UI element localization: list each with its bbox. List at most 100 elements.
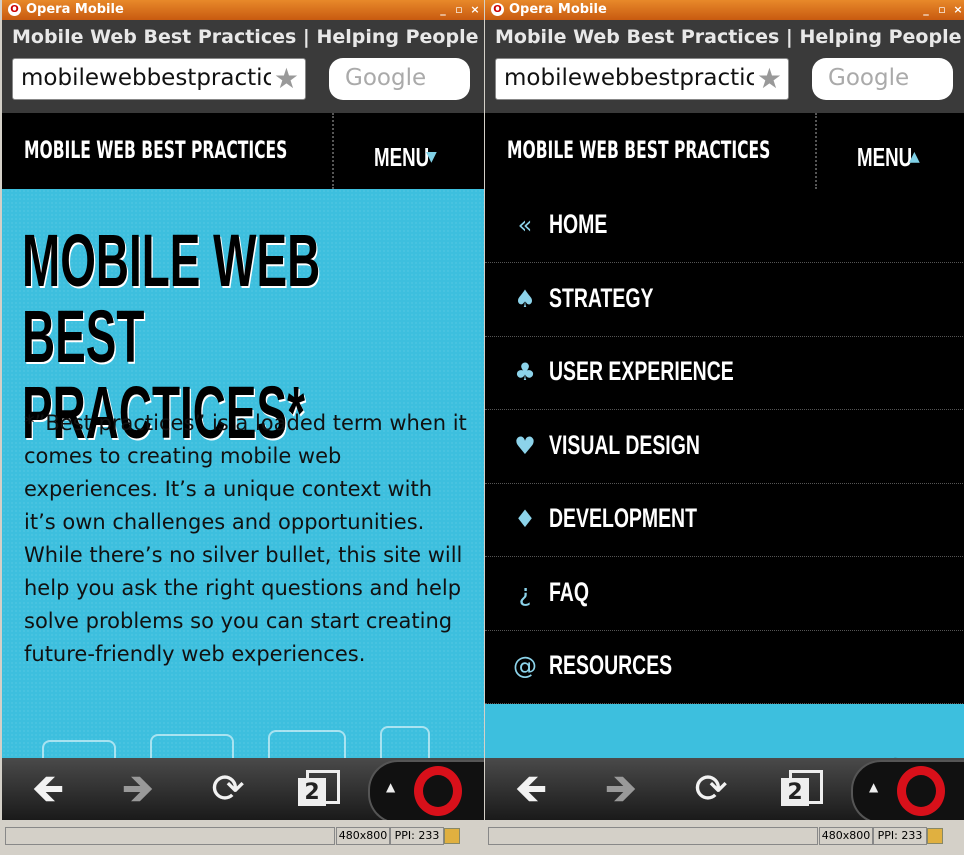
- nav-item-home[interactable]: « HOME: [485, 189, 964, 263]
- opera-app-icon: O: [491, 3, 504, 16]
- page-title: Mobile Web Best Practices | Helping Peop…: [12, 26, 478, 48]
- tablet-icon: [150, 734, 234, 758]
- opera-window-left: O Opera Mobile _ ▫ × Mobile Web Best Pra…: [2, 0, 484, 855]
- chevron-down-icon: ▼: [426, 149, 437, 165]
- menu-button[interactable]: MENU ▼: [332, 113, 484, 189]
- opera-app-icon: O: [8, 3, 21, 16]
- menu-label: MENU: [374, 142, 430, 172]
- opera-window-right: O Opera Mobile _ ▫ × Mobile Web Best Pra…: [485, 0, 964, 855]
- menu-label: MENU: [857, 142, 913, 172]
- nav-item-label: FAQ: [549, 577, 589, 607]
- question-mark-icon: ¿: [518, 579, 532, 607]
- ppi-label: PPI: 233: [873, 827, 927, 845]
- nav-item-label: DEVELOPMENT: [549, 503, 697, 533]
- spade-icon: ♠: [514, 285, 536, 313]
- title-bar: O Opera Mobile _ ▫ ×: [485, 0, 964, 20]
- url-text[interactable]: mobilewebbestpractices: [504, 65, 754, 91]
- opera-logo-icon: [897, 766, 945, 816]
- search-box[interactable]: [329, 58, 470, 100]
- page-viewport: MOBILE WEB BEST PRACTICES MENU ▲ « HOME …: [485, 113, 964, 758]
- menu-button[interactable]: MENU ▲: [815, 113, 964, 189]
- search-input[interactable]: [826, 64, 950, 92]
- address-bar[interactable]: mobilewebbestpractices ★: [12, 58, 306, 100]
- tab-count: 2: [298, 778, 326, 806]
- close-button[interactable]: ×: [468, 0, 482, 20]
- nav-item-label: RESOURCES: [549, 650, 673, 680]
- title-bar: O Opera Mobile _ ▫ ×: [2, 0, 484, 20]
- status-bar: 480x800 PPI: 233: [485, 820, 964, 855]
- site-header: MOBILE WEB BEST PRACTICES MENU ▲: [485, 113, 964, 189]
- nav-item-faq[interactable]: ¿ FAQ: [485, 557, 964, 631]
- site-header: MOBILE WEB BEST PRACTICES MENU ▼: [2, 113, 484, 189]
- browser-chrome: Mobile Web Best Practices | Helping Peop…: [2, 20, 484, 113]
- page-viewport: MOBILE WEB BEST PRACTICES MENU ▼ MOBILE …: [2, 113, 484, 758]
- nav-item-resources[interactable]: @ RESOURCES: [485, 630, 964, 704]
- caret-up-icon: ▲: [869, 780, 879, 794]
- hero-text: *”Best practices” is a loaded term when …: [24, 411, 467, 666]
- hero-section: MOBILE WEB BEST PRACTICES* *”Best practi…: [2, 189, 484, 758]
- ppi-label: PPI: 233: [390, 827, 444, 845]
- at-sign-icon: @: [513, 652, 537, 680]
- nav-item-user-experience[interactable]: ♣ USER EXPERIENCE: [485, 336, 964, 410]
- address-bar[interactable]: mobilewebbestpractices ★: [495, 58, 789, 100]
- phone-icon: [42, 740, 116, 758]
- back-arrow-icon[interactable]: 🡸: [503, 766, 559, 812]
- reload-icon[interactable]: ⟳: [683, 766, 739, 812]
- reload-icon[interactable]: ⟳: [200, 766, 256, 812]
- search-input[interactable]: [343, 64, 467, 92]
- phone-icon: [268, 730, 346, 758]
- nav-item-visual-design[interactable]: ♥ VISUAL DESIGN: [485, 410, 964, 484]
- diamond-icon: ♦: [514, 505, 536, 533]
- maximize-button[interactable]: ▫: [935, 0, 949, 20]
- site-logo[interactable]: MOBILE WEB BEST PRACTICES: [24, 136, 287, 164]
- status-field: [5, 827, 335, 845]
- maximize-button[interactable]: ▫: [452, 0, 466, 20]
- window-title: Opera Mobile: [509, 2, 607, 17]
- chevron-up-icon: ▲: [909, 149, 920, 165]
- nav-item-development[interactable]: ♦ DEVELOPMENT: [485, 483, 964, 557]
- browser-chrome: Mobile Web Best Practices | Helping Peop…: [485, 20, 964, 113]
- status-icon[interactable]: [927, 828, 943, 844]
- nav-menu: « HOME ♠ STRATEGY ♣ USER EXPERIENCE ♥ VI…: [485, 189, 964, 704]
- minimize-button[interactable]: _: [919, 0, 933, 20]
- heart-icon: ♥: [514, 432, 536, 460]
- hero-section: MOBILE WEB BEST: [485, 704, 964, 758]
- caret-up-icon: ▲: [386, 780, 396, 794]
- bottom-toolbar: 🡸 🡺 ⟳ 2 ▲: [485, 758, 964, 824]
- double-chevron-left-icon: «: [517, 211, 533, 239]
- nav-item-label: VISUAL DESIGN: [549, 430, 700, 460]
- forward-arrow-icon[interactable]: 🡺: [593, 766, 649, 812]
- tab-count: 2: [781, 778, 809, 806]
- opera-menu-button[interactable]: ▲: [851, 760, 964, 824]
- back-arrow-icon[interactable]: 🡸: [20, 766, 76, 812]
- window-title: Opera Mobile: [26, 2, 124, 17]
- nav-item-strategy[interactable]: ♠ STRATEGY: [485, 263, 964, 337]
- bookmark-star-icon[interactable]: ★: [757, 62, 782, 95]
- tabs-button[interactable]: 2: [781, 770, 823, 808]
- site-logo[interactable]: MOBILE WEB BEST PRACTICES: [507, 136, 770, 164]
- hero-title-peek: MOBILE WEB BEST: [505, 742, 938, 758]
- club-icon: ♣: [514, 358, 536, 386]
- status-bar: 480x800 PPI: 233: [2, 820, 484, 855]
- nav-item-label: USER EXPERIENCE: [549, 356, 734, 386]
- opera-menu-button[interactable]: ▲: [368, 760, 484, 824]
- nav-item-label: STRATEGY: [549, 283, 654, 313]
- resolution-label: 480x800: [819, 827, 873, 845]
- close-button[interactable]: ×: [951, 0, 964, 20]
- phone-icon: [380, 726, 430, 758]
- page-title: Mobile Web Best Practices | Helping Peop…: [495, 26, 961, 48]
- forward-arrow-icon[interactable]: 🡺: [110, 766, 166, 812]
- resolution-label: 480x800: [336, 827, 390, 845]
- tabs-button[interactable]: 2: [298, 770, 340, 808]
- bottom-toolbar: 🡸 🡺 ⟳ 2 ▲: [2, 758, 484, 824]
- hero-title-line1: MOBILE WEB BEST: [22, 219, 321, 378]
- status-field: [488, 827, 818, 845]
- minimize-button[interactable]: _: [436, 0, 450, 20]
- bookmark-star-icon[interactable]: ★: [274, 62, 299, 95]
- devices-illustration: [38, 724, 458, 758]
- status-icon[interactable]: [444, 828, 460, 844]
- url-text[interactable]: mobilewebbestpractices: [21, 65, 271, 91]
- opera-logo-icon: [414, 766, 462, 816]
- search-box[interactable]: [812, 58, 953, 100]
- nav-item-label: HOME: [549, 209, 608, 239]
